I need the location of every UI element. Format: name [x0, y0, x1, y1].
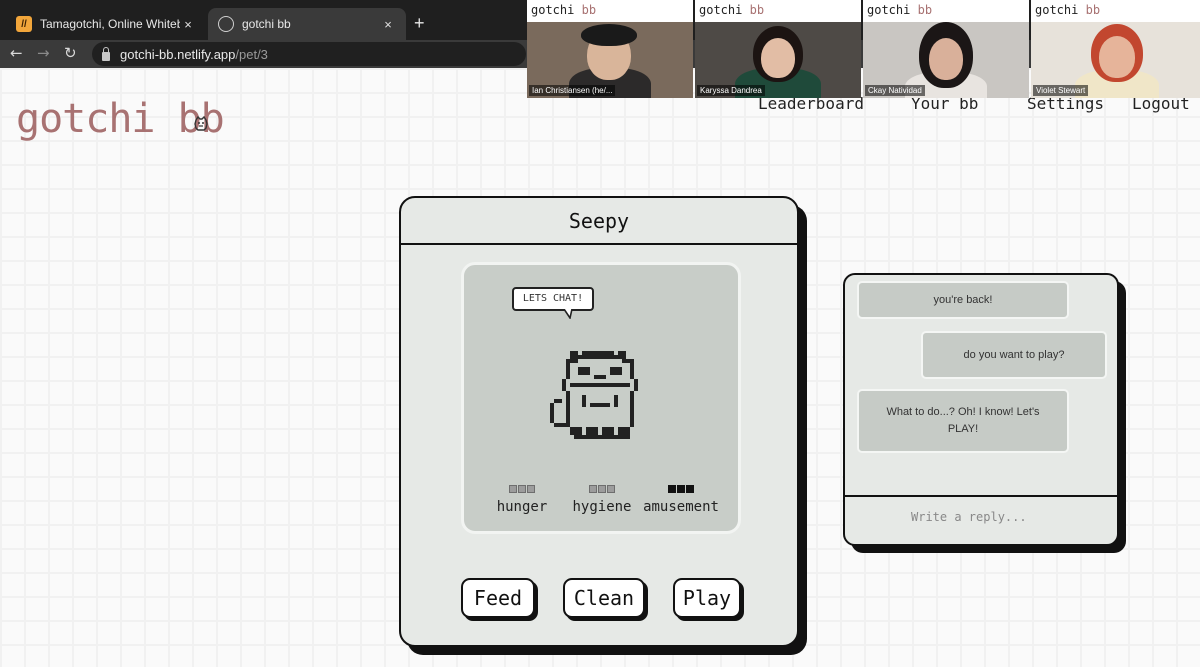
url-field[interactable]: gotchi-bb.netlify.app/pet/3 — [92, 42, 526, 66]
close-icon[interactable]: × — [380, 17, 396, 32]
hygiene-meter — [568, 485, 636, 495]
participant-name: Ian Christiansen (he/... — [529, 85, 616, 96]
tab-title: Tamagotchi, Online Whiteboard — [40, 17, 180, 31]
meter-pip — [509, 485, 517, 493]
stat-label: amusement — [643, 499, 719, 515]
call-brand: gotchi bb — [1035, 3, 1101, 17]
chat-panel: you're back! do you want to play? What t… — [843, 273, 1119, 546]
play-button[interactable]: Play — [673, 578, 741, 618]
participant-tile[interactable]: gotchi bb Violet Stewart — [1031, 0, 1200, 98]
forward-arrow-icon[interactable]: → — [37, 44, 50, 62]
speech-bubble: LETS CHAT! — [512, 287, 594, 311]
meter-pip — [677, 485, 685, 493]
tab-title: gotchi bb — [242, 17, 291, 31]
pet-screen: LETS CHAT! hunger hygiene amusement — [461, 262, 741, 534]
meter-pip — [527, 485, 535, 493]
clean-button[interactable]: Clean — [563, 578, 645, 618]
stat-hygiene: hygiene — [568, 485, 636, 515]
participant-name: Ckay Natividad — [865, 85, 925, 96]
amusement-meter — [636, 485, 726, 495]
url-host: gotchi-bb.netlify.app — [120, 46, 236, 62]
meter-pip — [598, 485, 606, 493]
back-arrow-icon[interactable]: ← — [10, 44, 23, 62]
meter-pip — [518, 485, 526, 493]
gotchi-logo-icon — [194, 116, 208, 131]
feed-button[interactable]: Feed — [461, 578, 535, 618]
url-path: /pet/3 — [235, 46, 268, 62]
chat-message-pet: What to do...? Oh! I know! Let's PLAY! — [857, 389, 1069, 453]
close-icon[interactable]: × — [180, 17, 196, 32]
pet-card: Seepy LETS CHAT! hunger hygiene amusemen… — [399, 196, 799, 647]
new-tab-button[interactable]: + — [414, 13, 425, 34]
page-canvas: gotchi bb Leaderboard Your bb Settings L… — [0, 68, 1200, 667]
headphones-icon — [581, 24, 637, 46]
tab-tamagotchi-whiteboard[interactable]: // Tamagotchi, Online Whiteboard × — [6, 8, 206, 40]
call-brand: gotchi bb — [531, 3, 597, 17]
participant-name: Karyssa Dandrea — [697, 85, 765, 96]
lock-icon — [102, 46, 110, 61]
call-brand: gotchi bb — [699, 3, 765, 17]
globe-icon — [218, 16, 234, 32]
call-brand: gotchi bb — [867, 3, 933, 17]
meter-pip — [686, 485, 694, 493]
hunger-meter — [492, 485, 552, 495]
chat-message-pet: you're back! — [857, 281, 1069, 319]
meter-pip — [607, 485, 615, 493]
pet-name: Seepy — [401, 198, 797, 245]
chat-message-user: do you want to play? — [921, 331, 1107, 379]
reply-input[interactable] — [911, 510, 1111, 524]
meter-pip — [589, 485, 597, 493]
participant-tile[interactable]: gotchi bb Ian Christiansen (he/... — [527, 0, 693, 98]
meter-pip — [668, 485, 676, 493]
stat-label: hygiene — [572, 499, 632, 515]
message-list[interactable]: you're back! do you want to play? What t… — [845, 275, 1117, 497]
stat-amusement: amusement — [636, 485, 726, 515]
participant-tile[interactable]: gotchi bb Karyssa Dandrea — [695, 0, 861, 98]
participant-tile[interactable]: gotchi bb Ckay Natividad — [863, 0, 1029, 98]
tab-gotchi-bb[interactable]: gotchi bb × — [208, 8, 406, 40]
whiteboard-favicon-icon: // — [16, 16, 32, 32]
pet-sprite-icon — [550, 351, 638, 439]
participant-name: Violet Stewart — [1033, 85, 1089, 96]
reload-icon[interactable]: ↻ — [64, 44, 77, 62]
stat-hunger: hunger — [492, 485, 552, 515]
stat-label: hunger — [496, 499, 548, 515]
speech-bubble-tail-icon — [564, 309, 573, 319]
